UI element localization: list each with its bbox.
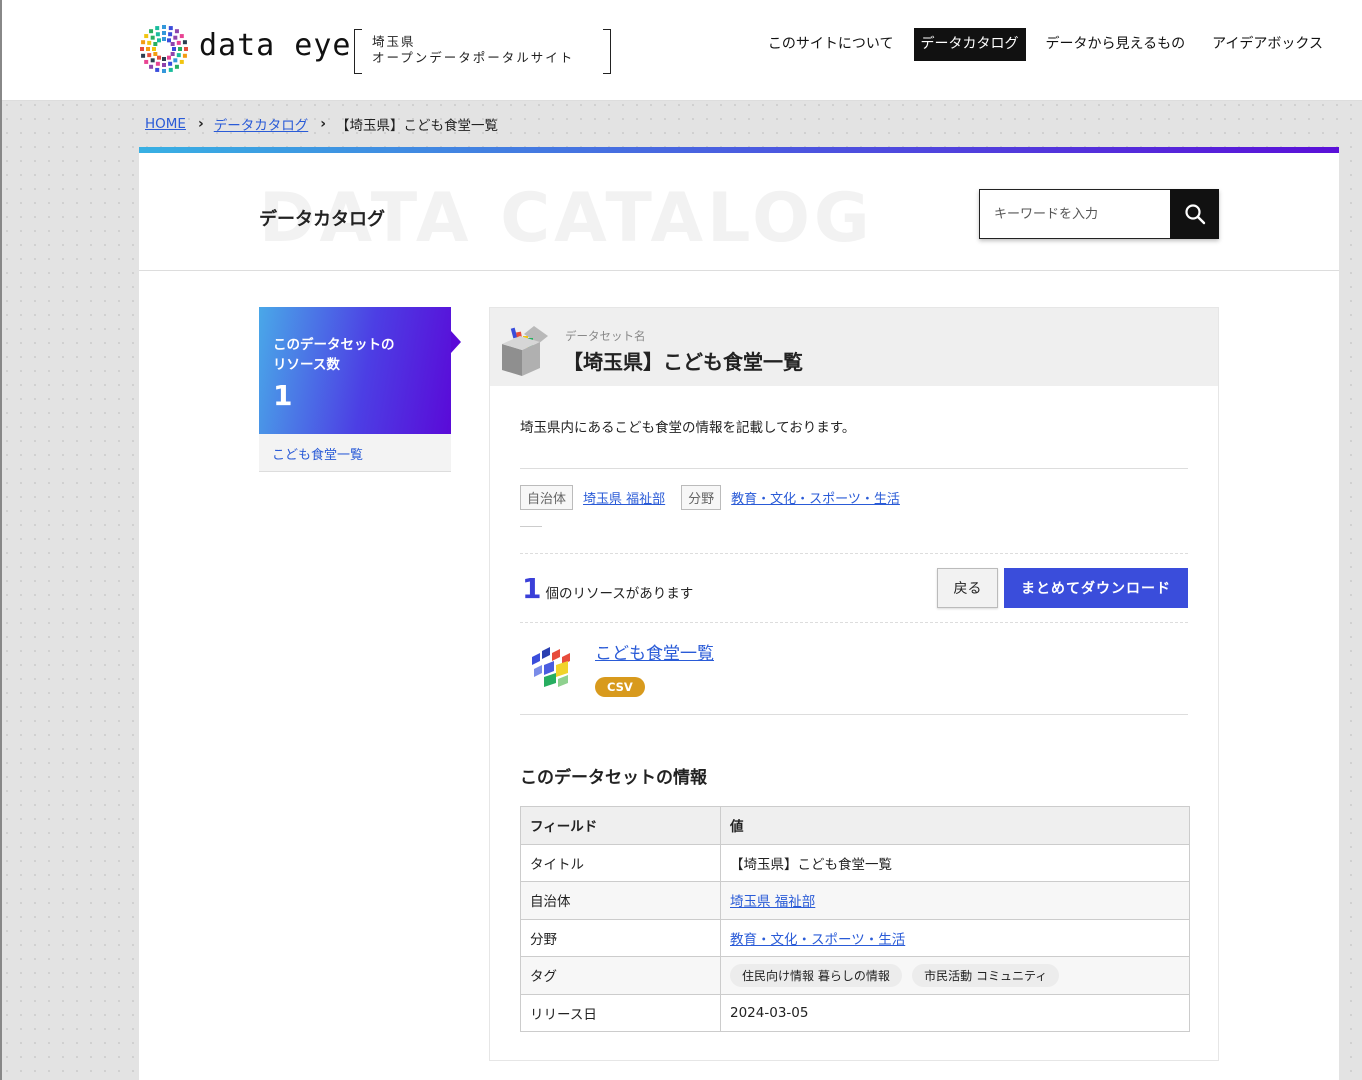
search-input[interactable] (979, 189, 1170, 239)
category-link[interactable]: 教育・文化・スポーツ・生活 (731, 488, 900, 507)
resource-count-text: 個のリソースがあります (545, 585, 694, 602)
nav-insights[interactable]: データから見えるもの (1039, 28, 1193, 61)
table-key: リリース日 (520, 993, 721, 1032)
table-org-link[interactable]: 埼玉県 福祉部 (730, 894, 815, 910)
table-row: 分野 教育・文化・スポーツ・生活 (520, 918, 1190, 957)
arrow-right-icon (451, 331, 461, 353)
breadcrumb-catalog[interactable]: データカタログ (214, 114, 309, 134)
dataset-info-title: このデータセットの情報 (520, 768, 707, 788)
chevron-right-icon: › (320, 116, 327, 132)
resource-count-number: 1 (522, 571, 542, 605)
dataset-title: 【埼玉県】こども食堂一覧 (563, 350, 803, 374)
dataset-card: データセット名 【埼玉県】こども食堂一覧 埼玉県内にあるこども食堂の情報を記載し… (489, 307, 1219, 1061)
search-icon (1184, 204, 1205, 225)
search-box (979, 189, 1219, 239)
table-row: タイトル 【埼玉県】こども食堂一覧 (520, 843, 1190, 882)
table-key: 分野 (520, 918, 721, 957)
nav-data-catalog[interactable]: データカタログ (913, 28, 1026, 61)
table-header-value: 値 (720, 806, 1190, 845)
table-row: リリース日 2024-03-05 (520, 993, 1190, 1032)
nav-about[interactable]: このサイトについて (761, 28, 901, 61)
main-panel: DATA CATALOG データカタログ このデータセットの リソース数 1 こ… (139, 147, 1339, 1080)
table-value: 【埼玉県】こども食堂一覧 (720, 843, 1190, 882)
csv-badge: CSV (595, 677, 645, 697)
site-header: data eye 埼玉県 オープンデータポータルサイト このサイトについて デー… (2, 0, 1362, 101)
site-subtitle: 埼玉県 オープンデータポータルサイト (354, 29, 611, 74)
dataset-meta-row: 自治体 埼玉県 福祉部 分野 教育・文化・スポーツ・生活 (520, 469, 1188, 510)
data-eye-logo-icon[interactable] (139, 24, 189, 74)
download-all-button[interactable]: まとめてダウンロード (1004, 568, 1188, 608)
tag-pill[interactable]: 住民向け情報 暮らしの情報 (730, 963, 902, 987)
divider (520, 526, 542, 527)
dataset-info-table: フィールド 値 タイトル 【埼玉県】こども食堂一覧 自治体 埼玉県 福祉部 分野… (520, 806, 1190, 1032)
org-label: 自治体 (520, 485, 574, 510)
resource-name-link[interactable]: こども食堂一覧 (595, 639, 714, 664)
window-edge (0, 0, 2, 1080)
table-key: タグ (520, 956, 721, 995)
nav-idea-box[interactable]: アイデアボックス (1205, 28, 1330, 61)
main-nav: このサイトについて データカタログ データから見えるもの アイデアボックス (748, 28, 1330, 61)
resource-count-line: 1 個のリソースがあります (520, 572, 693, 605)
breadcrumb: HOME › データカタログ › 【埼玉県】こども食堂一覧 (145, 114, 498, 134)
logo-text[interactable]: data eye (199, 28, 352, 63)
resource-count-box: このデータセットの リソース数 1 (259, 307, 461, 434)
site-subtitle-line1: 埼玉県 (372, 34, 416, 49)
table-row: タグ 住民向け情報 暮らしの情報 市民活動 コミュニティ (520, 956, 1190, 995)
dataset-description: 埼玉県内にあるこども食堂の情報を記載しております。 (520, 386, 1188, 469)
resource-bar: 1 個のリソースがあります 戻る まとめてダウンロード (520, 553, 1188, 623)
dataset-box-icon (502, 326, 548, 376)
chevron-right-icon: › (197, 116, 204, 132)
resource-file-icon (532, 647, 570, 687)
table-header-field: フィールド (520, 806, 721, 845)
resource-item: こども食堂一覧 CSV (520, 623, 1188, 715)
category-label: 分野 (681, 485, 722, 510)
back-button[interactable]: 戻る (937, 568, 998, 608)
resource-count-label-line1: このデータセットの (273, 337, 395, 353)
resource-count-value: 1 (273, 379, 293, 412)
table-row: 自治体 埼玉県 福祉部 (520, 881, 1190, 920)
site-subtitle-line2: オープンデータポータルサイト (372, 50, 575, 65)
table-key: タイトル (520, 843, 721, 882)
dataset-name-label: データセット名 (565, 329, 646, 343)
resource-count-label-line2: リソース数 (273, 357, 340, 373)
tag-pill[interactable]: 市民活動 コミュニティ (912, 963, 1060, 987)
table-key: 自治体 (520, 881, 721, 920)
table-value: 2024-03-05 (720, 993, 1190, 1032)
page-title: データカタログ (259, 209, 385, 230)
sidebar-resource-link[interactable]: こども食堂一覧 (259, 434, 451, 472)
page-header: DATA CATALOG データカタログ (139, 153, 1339, 271)
org-link[interactable]: 埼玉県 福祉部 (583, 488, 665, 507)
dataset-header: データセット名 【埼玉県】こども食堂一覧 (490, 308, 1218, 386)
search-button[interactable] (1170, 189, 1219, 239)
breadcrumb-home[interactable]: HOME (145, 116, 186, 132)
table-category-link[interactable]: 教育・文化・スポーツ・生活 (730, 932, 905, 948)
breadcrumb-current: 【埼玉県】こども食堂一覧 (336, 118, 499, 134)
